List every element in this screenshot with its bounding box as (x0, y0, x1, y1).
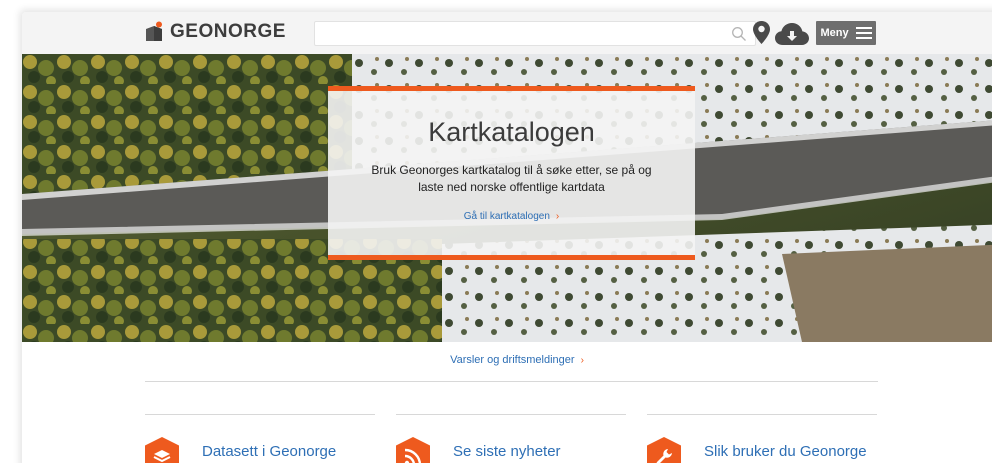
geonorge-logo-icon (146, 21, 162, 41)
menu-label: Meny (820, 27, 849, 39)
kartkatalogen-link-label: Gå til kartkatalogen (463, 211, 550, 222)
hero-banner: Kartkatalogen Bruk Geonorges kartkatalog… (22, 54, 992, 342)
feature-howto-link[interactable]: Slik bruker du Geonorge (704, 437, 867, 461)
divider (396, 414, 626, 415)
download-cloud-icon[interactable] (774, 22, 810, 46)
feature-datasets: Datasett i Geonorge (145, 414, 375, 463)
feature-news: Se siste nyheter (396, 414, 626, 463)
map-pin-icon[interactable] (753, 21, 770, 44)
search-icon[interactable] (731, 26, 747, 42)
geonorge-logo[interactable]: GEONORGE (144, 21, 286, 43)
layers-icon[interactable] (145, 437, 179, 463)
chevron-right-icon: › (580, 355, 584, 366)
kartkatalogen-link[interactable]: Gå til kartkatalogen › (464, 211, 560, 222)
notices-link-label: Varsler og driftsmeldinger (450, 354, 575, 366)
chevron-right-icon: › (555, 211, 560, 222)
menu-button[interactable]: Meny (816, 21, 876, 45)
notices-link[interactable]: Varsler og driftsmeldinger › (450, 354, 584, 366)
logo-text: GEONORGE (170, 21, 286, 42)
divider (647, 414, 877, 415)
rss-icon[interactable] (396, 437, 430, 463)
hero-description: Bruk Geonorges kartkatalog til å søke et… (371, 163, 652, 194)
search-box (314, 21, 756, 46)
search-input[interactable] (315, 22, 715, 45)
feature-howto: Slik bruker du Geonorge (647, 414, 877, 463)
notices-row: Varsler og driftsmeldinger › (22, 350, 992, 368)
page-frame: GEONORGE Meny Kartkatalogen Bruk Geonorg… (22, 12, 992, 463)
hero-title: Kartkatalogen (428, 117, 595, 147)
hero-card: Kartkatalogen Bruk Geonorges kartkatalog… (328, 86, 695, 260)
feature-datasets-link[interactable]: Datasett i Geonorge (202, 437, 336, 461)
divider (145, 414, 375, 415)
wrench-icon[interactable] (647, 437, 681, 463)
hamburger-icon (855, 27, 872, 39)
feature-news-link[interactable]: Se siste nyheter (453, 437, 561, 461)
divider (145, 381, 878, 382)
site-header: GEONORGE Meny (22, 12, 992, 54)
